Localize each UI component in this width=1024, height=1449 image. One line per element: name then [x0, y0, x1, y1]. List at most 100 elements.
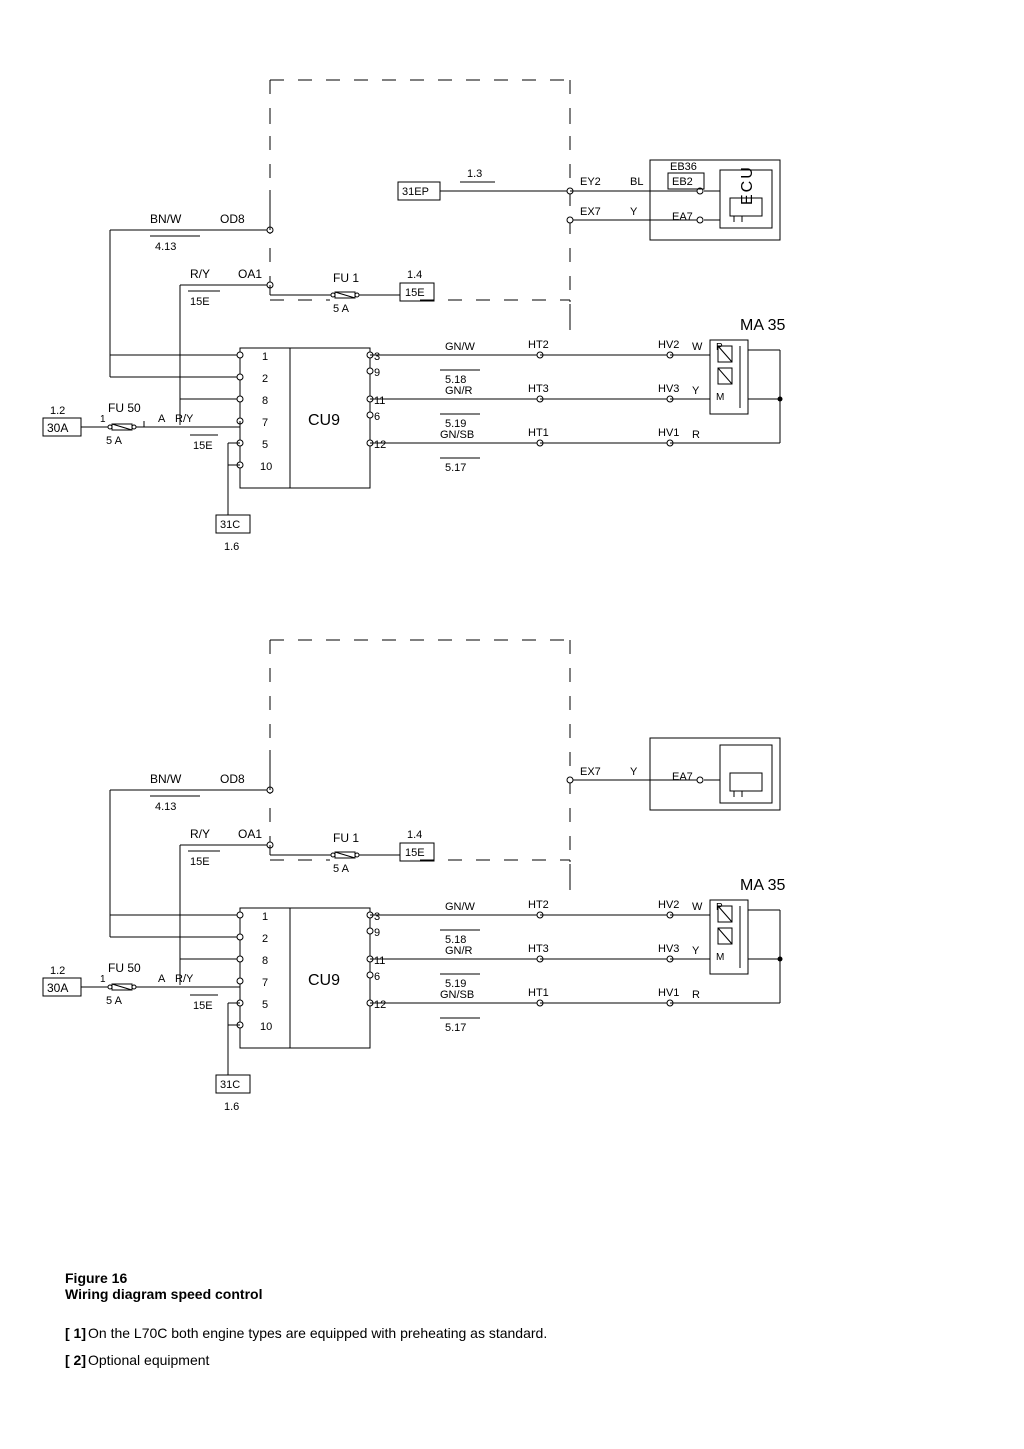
label-fu1-rating: 5 A [333, 303, 350, 315]
label-ex7: EX7 [580, 206, 601, 218]
svg-text:6: 6 [374, 411, 380, 423]
svg-text:8: 8 [262, 395, 268, 407]
svg-text:1.4: 1.4 [407, 829, 422, 841]
svg-text:12: 12 [374, 999, 386, 1011]
label-ey2: EY2 [580, 176, 601, 188]
label-30a: 30A [47, 421, 68, 435]
svg-text:HV3: HV3 [658, 943, 679, 955]
svg-text:HT1: HT1 [528, 987, 549, 999]
label-od8: OD8 [220, 212, 245, 226]
label-eb36: EB36 [670, 161, 697, 173]
label-ea7: EA7 [672, 211, 693, 223]
figure-number: Figure 16 [65, 1270, 984, 1286]
label-ht1: HT1 [528, 427, 549, 439]
svg-text:1: 1 [100, 974, 106, 985]
svg-text:OD8: OD8 [220, 772, 245, 786]
figure-title: Wiring diagram speed control [65, 1286, 984, 1302]
svg-text:7: 7 [262, 417, 268, 429]
label-bl: BL [630, 176, 643, 188]
svg-text:1: 1 [262, 911, 268, 923]
label-ry: R/Y [175, 413, 194, 425]
svg-text:M: M [716, 392, 724, 403]
svg-text:6: 6 [374, 971, 380, 983]
diagram-svg: BN/W OD8 4.13 R/Y OA1 15E FU 1 5 A [40, 60, 984, 1250]
svg-text:GN/SB: GN/SB [440, 989, 474, 1001]
label-hv3: HV3 [658, 383, 679, 395]
svg-text:HT2: HT2 [528, 899, 549, 911]
label-gnr: GN/R [445, 385, 473, 397]
label-ma35: MA 35 [740, 317, 785, 334]
svg-text:2: 2 [262, 933, 268, 945]
label-ht3: HT3 [528, 383, 549, 395]
svg-text:HV2: HV2 [658, 899, 679, 911]
svg-text:R: R [692, 989, 700, 1001]
svg-text:1.6: 1.6 [224, 1101, 239, 1113]
svg-text:15E: 15E [405, 847, 425, 859]
cu9-left-pins: 1 2 8 7 5 10 [260, 351, 272, 473]
label-gnsb: GN/SB [440, 429, 474, 441]
svg-text:10: 10 [260, 461, 272, 473]
svg-text:5 A: 5 A [333, 863, 350, 875]
svg-text:MA 35: MA 35 [740, 877, 785, 894]
svg-text:OA1: OA1 [238, 827, 262, 841]
svg-text:EX7: EX7 [580, 766, 601, 778]
svg-text:5 A: 5 A [106, 995, 123, 1007]
upper-diagram: BN/W OD8 4.13 R/Y OA1 15E FU 1 5 A [43, 80, 785, 553]
svg-text:R/Y: R/Y [190, 827, 210, 841]
svg-text:FU 1: FU 1 [333, 831, 359, 845]
svg-text:15E: 15E [190, 856, 210, 868]
label-ry2: R/Y [190, 267, 210, 281]
svg-text:11: 11 [374, 395, 385, 407]
label-16: 1.6 [224, 541, 239, 553]
label-y-u: Y [630, 206, 638, 218]
svg-text:Y: Y [630, 766, 638, 778]
page: BN/W OD8 4.13 R/Y OA1 15E FU 1 5 A [0, 0, 1024, 1449]
svg-text:CU9: CU9 [308, 972, 340, 989]
label-ecu: ECU [739, 165, 756, 205]
label-fu50: FU 50 [108, 401, 141, 415]
svg-text:M: M [716, 952, 724, 963]
svg-text:A: A [158, 973, 166, 985]
svg-text:4.13: 4.13 [155, 801, 176, 813]
svg-text:3: 3 [374, 351, 380, 363]
svg-text:1.2: 1.2 [50, 965, 65, 977]
svg-text:EA7: EA7 [672, 771, 693, 783]
svg-text:P: P [716, 342, 723, 353]
svg-text:7: 7 [262, 977, 268, 989]
cu9-right-pins: 3 9 11 6 12 [374, 351, 386, 451]
label-fu50-pin: 1 [100, 414, 106, 425]
label-517: 5.17 [445, 462, 466, 474]
label-fu1-box: 15E [405, 287, 425, 299]
svg-text:12: 12 [374, 439, 386, 451]
label-bnw: BN/W [150, 212, 182, 226]
label-fu1: FU 1 [333, 271, 359, 285]
lower-diagram: BN/W OD8 4.13 R/Y OA1 15E FU 1 5 A [43, 640, 785, 1250]
svg-text:31C: 31C [220, 1079, 240, 1091]
label-hv1: HV1 [658, 427, 679, 439]
svg-text:Y: Y [692, 945, 700, 957]
label-fu50-code: A [158, 413, 166, 425]
svg-text:BN/W: BN/W [150, 772, 182, 786]
label-eb2: EB2 [672, 176, 693, 188]
label-gnw: GN/W [445, 341, 476, 353]
label-15e: 15E [193, 440, 213, 452]
label-oa1: OA1 [238, 267, 262, 281]
svg-text:GN/W: GN/W [445, 901, 476, 913]
svg-text:HV1: HV1 [658, 987, 679, 999]
figure-notes: [ 1]On the L70C both engine types are eq… [40, 1320, 984, 1373]
svg-text:HT3: HT3 [528, 943, 549, 955]
label-w: W [692, 341, 703, 353]
label-12: 1.2 [50, 405, 65, 417]
label-fu50-rating: 5 A [106, 435, 123, 447]
svg-text:5: 5 [262, 999, 268, 1011]
svg-text:15E: 15E [193, 1000, 213, 1012]
label-r: R [692, 429, 700, 441]
label-31c: 31C [220, 519, 240, 531]
svg-text:1: 1 [262, 351, 268, 363]
footnote-2: [ 2]Optional equipment [65, 1347, 984, 1374]
label-hv2: HV2 [658, 339, 679, 351]
label-ht2: HT2 [528, 339, 549, 351]
svg-text:11: 11 [374, 955, 385, 967]
svg-text:30A: 30A [47, 981, 68, 995]
svg-text:3: 3 [374, 911, 380, 923]
